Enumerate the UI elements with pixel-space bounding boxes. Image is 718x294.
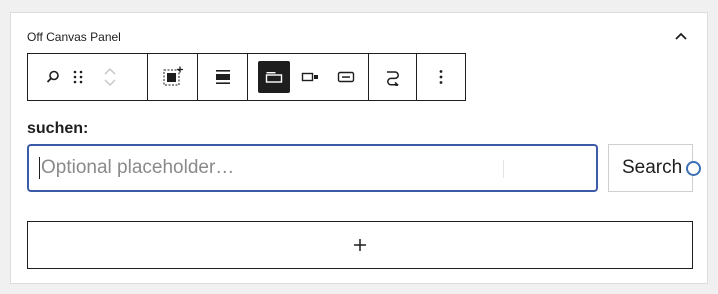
button-only-icon <box>337 71 355 83</box>
drag-handle-icon <box>73 70 83 84</box>
more-options-icon <box>439 70 443 84</box>
off-canvas-panel: Off Canvas Panel suchen: Optional placeh… <box>10 12 708 284</box>
justify-button[interactable] <box>214 54 232 100</box>
plus-icon <box>354 239 366 251</box>
block-add-button[interactable] <box>162 54 184 100</box>
block-add-icon <box>163 66 183 86</box>
collapse-button[interactable] <box>673 29 689 45</box>
toolbar-group-align <box>198 54 248 100</box>
toolbar-group-more <box>417 54 465 100</box>
block-movers <box>98 54 122 100</box>
transform-button[interactable] <box>384 54 402 100</box>
toolbar-group-transform <box>369 54 417 100</box>
panel-title: Off Canvas Panel <box>27 30 121 44</box>
button-outside-option[interactable] <box>256 54 292 100</box>
button-inside-option[interactable] <box>292 54 328 100</box>
text-caret <box>39 157 40 179</box>
toolbar-group-button-position <box>248 54 369 100</box>
block-toolbar <box>27 53 466 101</box>
more-options-button[interactable] <box>438 54 444 100</box>
button-outside-icon <box>265 72 283 83</box>
block-appender-button[interactable] <box>27 221 693 269</box>
toolbar-group-parent <box>28 54 148 100</box>
resize-handle[interactable] <box>686 161 701 176</box>
block-type-button[interactable] <box>40 54 66 100</box>
button-inside-icon <box>301 72 318 82</box>
justify-icon <box>215 70 230 84</box>
search-button[interactable]: Search <box>608 144 693 192</box>
search-input[interactable]: Optional placeholder… <box>27 144 598 192</box>
search-label: suchen: <box>27 120 89 137</box>
input-divider <box>503 160 504 178</box>
search-block-icon <box>46 70 59 83</box>
chevron-up-icon <box>675 32 687 40</box>
transform-icon <box>386 71 399 86</box>
drag-handle[interactable] <box>66 54 90 100</box>
button-only-option[interactable] <box>328 54 364 100</box>
move-up-icon[interactable] <box>103 65 117 77</box>
toolbar-group-block <box>148 54 198 100</box>
search-placeholder: Optional placeholder… <box>41 157 235 178</box>
move-down-icon[interactable] <box>103 77 117 89</box>
